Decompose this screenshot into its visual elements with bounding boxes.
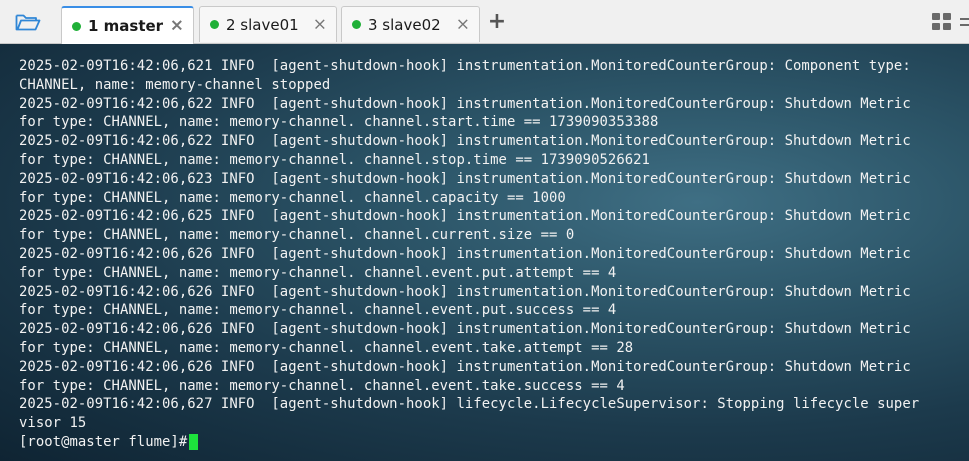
log-line: for type: CHANNEL, name: memory-channel.… [19, 377, 625, 394]
log-line: 2025-02-09T16:42:06,626 INFO [agent-shut… [19, 358, 911, 375]
menu-chevron-icon[interactable] [958, 12, 969, 32]
tab-label: 1 master [88, 17, 164, 35]
connection-status-dot-icon [72, 21, 81, 31]
connection-status-dot-icon [210, 20, 219, 29]
prompt-line[interactable]: [root@master flume]# [19, 433, 919, 452]
tab-slave01[interactable]: 2 slave01 × [199, 6, 337, 42]
tab-label: 3 slave02 [368, 15, 441, 34]
log-line: 2025-02-09T16:42:06,625 INFO [agent-shut… [19, 208, 911, 225]
log-line: for type: CHANNEL, name: memory-channel.… [19, 151, 650, 168]
log-line: CHANNEL, name: memory-channel stopped [19, 76, 331, 93]
log-line: for type: CHANNEL, name: memory-channel.… [19, 114, 659, 131]
log-line: 2025-02-09T16:42:06,626 INFO [agent-shut… [19, 245, 911, 262]
terminal-output[interactable]: 2025-02-09T16:42:06,621 INFO [agent-shut… [0, 44, 969, 461]
log-line: for type: CHANNEL, name: memory-channel.… [19, 302, 617, 319]
log-line: 2025-02-09T16:42:06,627 INFO [agent-shut… [19, 396, 920, 413]
log-line: 2025-02-09T16:42:06,621 INFO [agent-shut… [19, 58, 911, 74]
log-line: for type: CHANNEL, name: memory-channel.… [19, 189, 566, 206]
tab-close-icon[interactable]: × [456, 16, 470, 33]
tab-close-icon[interactable]: × [170, 17, 184, 35]
log-line: for type: CHANNEL, name: memory-channel.… [19, 339, 634, 356]
log-line: 2025-02-09T16:42:06,626 INFO [agent-shut… [19, 283, 911, 300]
log-line: 2025-02-09T16:42:06,623 INFO [agent-shut… [19, 170, 911, 187]
log-line: for type: CHANNEL, name: memory-channel.… [19, 227, 575, 244]
folder-open-icon[interactable] [8, 8, 48, 36]
tab-master[interactable]: 1 master × [61, 6, 194, 44]
grid-view-icon[interactable] [931, 12, 953, 32]
terminal-cursor [189, 434, 199, 451]
log-line: for type: CHANNEL, name: memory-channel.… [19, 264, 617, 281]
shell-prompt: [root@master flume]# [19, 433, 188, 450]
terminal-text: 2025-02-09T16:42:06,621 INFO [agent-shut… [19, 57, 919, 452]
tab-close-icon[interactable]: × [313, 16, 327, 33]
tab-label: 2 slave01 [226, 15, 299, 34]
tab-slave02[interactable]: 3 slave02 × [341, 6, 480, 42]
add-tab-button[interactable]: + [486, 9, 508, 34]
log-line: visor 15 [19, 415, 87, 432]
log-line: 2025-02-09T16:42:06,626 INFO [agent-shut… [19, 321, 911, 338]
connection-status-dot-icon [352, 20, 361, 29]
log-line: 2025-02-09T16:42:06,622 INFO [agent-shut… [19, 95, 911, 112]
tab-bar: 1 master × 2 slave01 × 3 slave02 × + [0, 0, 969, 44]
log-line: 2025-02-09T16:42:06,622 INFO [agent-shut… [19, 133, 911, 150]
